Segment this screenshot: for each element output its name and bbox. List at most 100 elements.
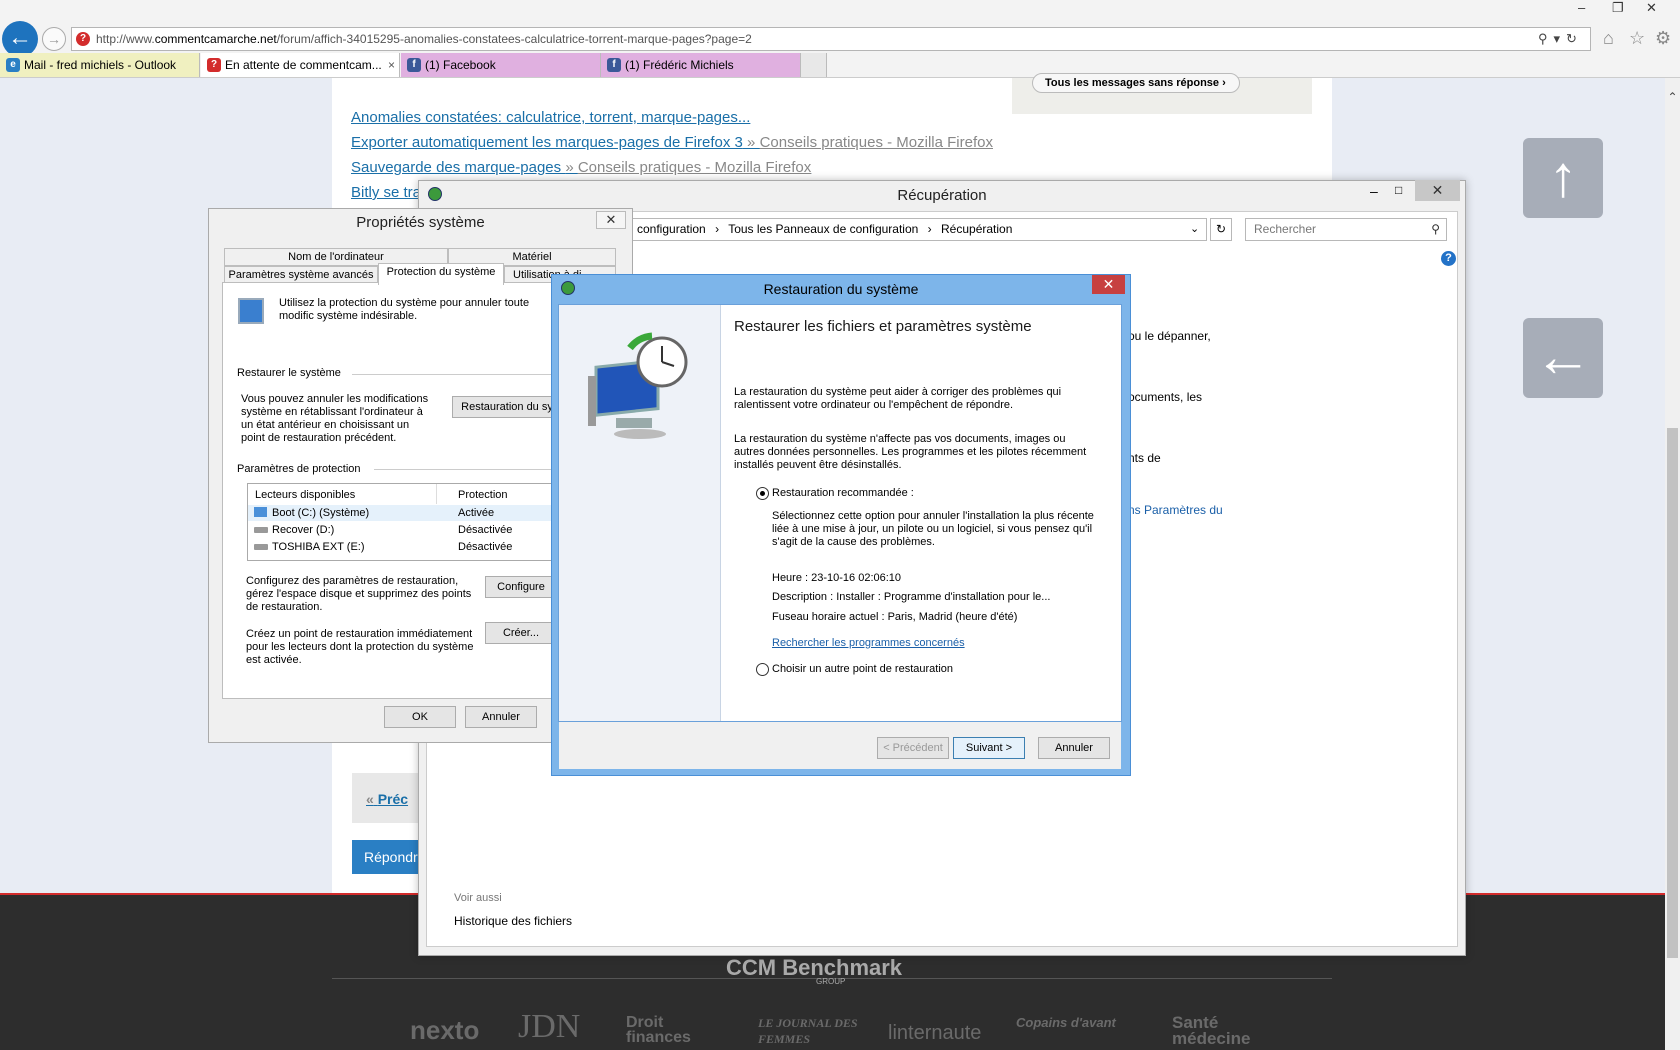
recommended-restore-radio[interactable] bbox=[756, 487, 769, 500]
recovery-link-fragment[interactable]: ns Paramètres du bbox=[1128, 503, 1223, 517]
link-category[interactable]: Conseils pratiques - Mozilla Firefox bbox=[578, 159, 811, 176]
chevron-down-icon[interactable]: ⌄ bbox=[1190, 222, 1199, 235]
table-row[interactable]: Boot (C:) (Système) Activée bbox=[248, 505, 558, 521]
gear-icon[interactable]: ⚙ bbox=[1655, 28, 1671, 49]
restore-description: Description : Installer : Programme d'in… bbox=[772, 591, 1051, 603]
drive-name: TOSHIBA EXT (E:) bbox=[272, 541, 365, 553]
tab-frederic[interactable]: f (1) Frédéric Michiels bbox=[601, 53, 801, 77]
breadcrumb-separator-icon: › bbox=[927, 222, 932, 236]
system-restore-button[interactable]: Restauration du sy bbox=[452, 396, 562, 418]
forum-link[interactable]: Exporter automatiquement les marques-pag… bbox=[351, 134, 993, 151]
recovery-search-input[interactable]: Rechercher ⚲ bbox=[1245, 218, 1447, 241]
breadcrumb-item[interactable]: Récupération bbox=[941, 222, 1012, 236]
sysprops-intro: Utilisez la protection du système pour a… bbox=[279, 297, 530, 322]
brand-jdn[interactable]: JDN bbox=[518, 1008, 580, 1046]
refresh-icon[interactable]: ↻ bbox=[1210, 218, 1232, 241]
unanswered-button[interactable]: Tous les messages sans réponse › bbox=[1032, 73, 1240, 93]
restore-timezone: Fuseau horaire actuel : Paris, Madrid (h… bbox=[772, 611, 1018, 623]
sysprops-title: Propriétés système bbox=[356, 214, 485, 231]
col-header-drives[interactable]: Lecteurs disponibles bbox=[255, 489, 355, 501]
tab-outlook[interactable]: e Mail - fred michiels - Outlook bbox=[0, 53, 200, 77]
create-button[interactable]: Créer... bbox=[485, 622, 557, 644]
brand-journal-des-femmes[interactable]: LE JOURNAL DES FEMMES bbox=[758, 1015, 868, 1047]
breadcrumb-item[interactable]: configuration bbox=[637, 222, 706, 236]
forward-arrow-icon[interactable]: → bbox=[42, 27, 66, 51]
close-tab-icon[interactable]: × bbox=[388, 53, 395, 77]
tab-bar: e Mail - fred michiels - Outlook ? En at… bbox=[0, 53, 1680, 77]
brand-linternaute[interactable]: linternaute bbox=[888, 1022, 981, 1045]
table-row[interactable]: Recover (D:) Désactivée bbox=[248, 522, 558, 538]
affected-programs-link[interactable]: Rechercher les programmes concernés bbox=[772, 637, 965, 649]
tab-system-protection[interactable]: Protection du système bbox=[378, 263, 504, 285]
table-row[interactable]: TOSHIBA EXT (E:) Désactivée bbox=[248, 539, 558, 555]
scroll-top-arrow-icon[interactable]: ↑ bbox=[1523, 138, 1603, 218]
drive-icon bbox=[254, 527, 268, 533]
drive-status: Activée bbox=[458, 507, 495, 519]
previous-arrow-icon[interactable]: ← bbox=[1523, 318, 1603, 398]
home-icon[interactable]: ⌂ bbox=[1603, 28, 1614, 49]
breadcrumb-separator-icon: › bbox=[715, 222, 720, 236]
ccm-benchmark-logo[interactable]: CCM Benchmark GROUP bbox=[726, 955, 902, 986]
url-domain: commentcamarche.net bbox=[154, 32, 277, 46]
unanswered-label: Tous les messages sans réponse bbox=[1045, 77, 1220, 89]
brand-droit-finances[interactable]: Droit finances bbox=[626, 1015, 726, 1046]
restore-paragraph: La restauration du système peut aider à … bbox=[734, 386, 1062, 411]
maximize-icon[interactable]: □ bbox=[1395, 183, 1402, 197]
cancel-button[interactable]: Annuler bbox=[465, 706, 537, 728]
new-tab-button[interactable] bbox=[801, 53, 827, 77]
link-text[interactable]: Exporter automatiquement les marques-pag… bbox=[351, 134, 743, 151]
scrollbar-thumb[interactable] bbox=[1667, 428, 1678, 958]
col-header-protection[interactable]: Protection bbox=[458, 489, 508, 501]
recovery-title: Récupération bbox=[897, 187, 987, 204]
configure-button[interactable]: Configure bbox=[485, 576, 557, 598]
drive-name: Boot (C:) (Système) bbox=[272, 507, 370, 519]
back-arrow-icon[interactable]: ← bbox=[2, 21, 38, 57]
ccm-favicon-icon: ? bbox=[76, 32, 90, 46]
link-category[interactable]: Conseils pratiques - Mozilla Firefox bbox=[760, 134, 993, 151]
reply-button[interactable]: Répondr bbox=[352, 840, 418, 874]
minimize-icon[interactable]: – bbox=[1578, 0, 1585, 15]
restore-icon[interactable]: ❐ bbox=[1612, 0, 1624, 16]
previous-button[interactable]: < Précédent bbox=[877, 737, 949, 759]
forum-link[interactable]: Bitly se tra bbox=[351, 184, 421, 201]
breadcrumb-item[interactable]: Tous les Panneaux de configuration bbox=[728, 222, 918, 236]
brand-name: CCM Benchmark bbox=[726, 955, 903, 980]
prev-page-link[interactable]: « Préc bbox=[366, 791, 408, 807]
restore-title: Restauration du système bbox=[763, 281, 919, 297]
restore-heading: Restaurer le système bbox=[237, 367, 341, 379]
tab-label: (1) Facebook bbox=[425, 58, 496, 72]
recommended-restore-label[interactable]: Restauration recommandée : bbox=[772, 487, 914, 499]
file-history-link[interactable]: Historique des fichiers bbox=[454, 914, 572, 928]
ok-button[interactable]: OK bbox=[384, 706, 456, 728]
address-tools[interactable]: ⚲▾↻ bbox=[1538, 31, 1583, 47]
restore-close-button[interactable]: ✕ bbox=[1092, 275, 1125, 294]
tab-facebook[interactable]: f (1) Facebook bbox=[401, 53, 601, 77]
choose-restore-point-label[interactable]: Choisir un autre point de restauration bbox=[772, 663, 953, 675]
cancel-button[interactable]: Annuler bbox=[1038, 737, 1110, 759]
search-icon[interactable]: ⚲ bbox=[1431, 219, 1440, 240]
star-icon[interactable]: ☆ bbox=[1629, 28, 1645, 49]
scroll-up-icon[interactable]: ⌃ bbox=[1665, 90, 1680, 104]
forum-link[interactable]: Sauvegarde des marque-pages » Conseils p… bbox=[351, 159, 811, 176]
facebook-icon: f bbox=[607, 58, 621, 72]
recovery-text-fragment: ou le dépanner, bbox=[1128, 329, 1211, 343]
sysprops-close-button[interactable]: ✕ bbox=[596, 211, 626, 229]
tab-commentcamarche[interactable]: ? En attente de commentcam... × bbox=[201, 53, 400, 77]
choose-restore-point-radio[interactable] bbox=[756, 663, 769, 676]
restore-time: Heure : 23-10-16 02:06:10 bbox=[772, 572, 902, 584]
address-bar[interactable]: ? http://www.commentcamarche.net/forum/a… bbox=[71, 27, 1591, 51]
recovery-address-bar[interactable]: configuration › Tous les Panneaux de con… bbox=[630, 218, 1207, 241]
close-icon[interactable]: ✕ bbox=[1646, 0, 1657, 16]
help-icon[interactable]: ? bbox=[1441, 251, 1456, 266]
restore-button-bar bbox=[559, 722, 1121, 769]
brand-copains-davant[interactable]: Copains d'avant bbox=[1016, 1015, 1126, 1030]
brand-sante-medecine[interactable]: Santé médecine bbox=[1172, 1014, 1252, 1047]
monitor-clock-icon bbox=[588, 332, 688, 439]
recovery-text-fragment: ocuments, les bbox=[1128, 390, 1203, 404]
link-text[interactable]: Sauvegarde des marque-pages bbox=[351, 159, 565, 176]
minimize-icon[interactable]: – bbox=[1370, 183, 1378, 199]
next-button[interactable]: Suivant > bbox=[953, 737, 1025, 759]
forum-link[interactable]: Anomalies constatées: calculatrice, torr… bbox=[351, 109, 750, 126]
recovery-close-button[interactable]: ✕ bbox=[1415, 180, 1460, 201]
brand-nexto[interactable]: nexto bbox=[410, 1015, 479, 1046]
